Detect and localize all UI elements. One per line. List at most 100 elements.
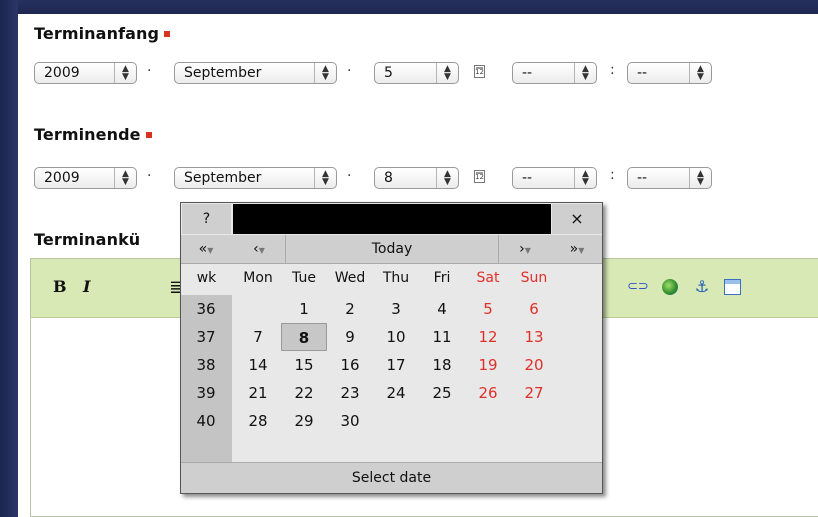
- select-arrows-icon: ▲ ▼: [314, 168, 336, 188]
- next-year-button[interactable]: »▼: [551, 235, 603, 263]
- start-label-text: Terminanfang: [34, 24, 160, 43]
- weekday-header-mon: Mon: [243, 270, 273, 286]
- start-month-value: September: [184, 65, 262, 81]
- select-arrows-icon: ▲ ▼: [574, 63, 596, 83]
- calendar-day[interactable]: 6: [511, 295, 557, 323]
- next-year-label: »: [569, 241, 579, 257]
- end-minute-value: --: [637, 170, 648, 186]
- calendar-day[interactable]: 2: [327, 295, 373, 323]
- required-marker: [145, 131, 152, 138]
- italic-button[interactable]: I: [83, 277, 90, 296]
- today-button[interactable]: Today: [285, 235, 499, 263]
- start-minute-select[interactable]: -- ▲ ▼: [627, 62, 712, 84]
- select-arrows-icon: ▲ ▼: [436, 168, 458, 188]
- separator-dot: ·: [147, 63, 152, 79]
- calendar-icon-text: 12: [475, 68, 484, 76]
- calendar-day[interactable]: 12: [465, 323, 511, 351]
- select-arrows-icon: ▲ ▼: [436, 63, 458, 83]
- selected-day[interactable]: 8: [281, 323, 327, 351]
- week-number: 37: [196, 328, 216, 346]
- calendar-day[interactable]: 4: [419, 295, 465, 323]
- separator-dot: ·: [147, 168, 152, 184]
- end-minute-select[interactable]: -- ▲ ▼: [627, 167, 712, 189]
- weekday-header-row: wk Mon Tue Wed Thu Fri Sat Sun: [181, 264, 602, 292]
- calendar-day[interactable]: 18: [419, 351, 465, 379]
- end-year-select[interactable]: 2009 ▲ ▼: [34, 167, 137, 189]
- prev-year-button[interactable]: «▼: [181, 235, 231, 263]
- end-month-select[interactable]: September ▲ ▼: [174, 167, 337, 189]
- start-month-select[interactable]: September ▲ ▼: [174, 62, 337, 84]
- required-marker: [164, 30, 171, 37]
- start-day-select[interactable]: 5 ▲ ▼: [374, 62, 459, 84]
- calendar-day[interactable]: 28: [235, 407, 281, 435]
- next-month-button[interactable]: ›▼: [499, 235, 551, 263]
- select-arrows-icon: ▲ ▼: [114, 168, 136, 188]
- start-hour-select[interactable]: -- ▲ ▼: [512, 62, 597, 84]
- end-day-value: 8: [384, 170, 393, 186]
- calendar-day[interactable]: 10: [373, 323, 419, 351]
- help-button[interactable]: ?: [182, 204, 231, 234]
- window-left-frame: [0, 0, 18, 517]
- globe-icon[interactable]: [662, 279, 678, 295]
- calendar-day[interactable]: 30: [327, 407, 373, 435]
- start-minute-value: --: [637, 65, 648, 81]
- date-picker-popup: ? × «▼ ‹▼ Today ›▼ »▼ wk Mon Tue Wed Thu…: [180, 202, 603, 494]
- calendar-footer: Select date: [181, 462, 602, 493]
- link-icon[interactable]: ⊂⊃: [627, 279, 649, 295]
- calendar-title-bar[interactable]: [233, 204, 551, 234]
- calendar-day[interactable]: 24: [373, 379, 419, 407]
- calendar-day[interactable]: 27: [511, 379, 557, 407]
- bold-button[interactable]: B: [53, 277, 67, 296]
- anchor-icon[interactable]: ⚓: [694, 279, 710, 295]
- calendar-icon-text: 12: [475, 173, 484, 181]
- calendar-day[interactable]: 9: [327, 323, 373, 351]
- end-hour-select[interactable]: -- ▲ ▼: [512, 167, 597, 189]
- table-icon[interactable]: [724, 279, 741, 295]
- calendar-day[interactable]: 11: [419, 323, 465, 351]
- week-number: 38: [196, 356, 216, 374]
- start-hour-value: --: [522, 65, 533, 81]
- calendar-day[interactable]: 25: [419, 379, 465, 407]
- announcement-label: Terminankü: [34, 230, 140, 249]
- calendar-day[interactable]: 7: [235, 323, 281, 351]
- select-arrows-icon: ▲ ▼: [314, 63, 336, 83]
- start-label: Terminanfang: [34, 24, 171, 43]
- end-day-select[interactable]: 8 ▲ ▼: [374, 167, 459, 189]
- weekday-header-fri: Fri: [433, 270, 451, 286]
- calendar-day[interactable]: 19: [465, 351, 511, 379]
- window-top-frame: [0, 0, 818, 14]
- calendar-nav-row: «▼ ‹▼ Today ›▼ »▼: [181, 235, 602, 264]
- calendar-day[interactable]: 14: [235, 351, 281, 379]
- calendar-day[interactable]: 29: [281, 407, 327, 435]
- calendar-day[interactable]: 1: [281, 295, 327, 323]
- calendar-day[interactable]: 21: [235, 379, 281, 407]
- calendar-day[interactable]: 17: [373, 351, 419, 379]
- separator-dot: ·: [347, 168, 352, 184]
- dropdown-marker: ▼: [578, 246, 585, 255]
- announcement-label-text: Terminankü: [34, 230, 141, 249]
- calendar-day[interactable]: 15: [281, 351, 327, 379]
- calendar-day[interactable]: 26: [465, 379, 511, 407]
- calendar-icon[interactable]: 12: [474, 170, 485, 183]
- end-label: Terminende: [34, 125, 152, 144]
- calendar-icon[interactable]: 12: [474, 65, 485, 78]
- weekday-header-thu: Thu: [382, 270, 410, 286]
- close-button[interactable]: ×: [552, 204, 602, 234]
- dropdown-marker: ▼: [207, 246, 214, 255]
- end-label-text: Terminende: [34, 125, 141, 144]
- separator-colon: :: [610, 62, 615, 78]
- week-number: 36: [196, 300, 216, 318]
- start-year-select[interactable]: 2009 ▲ ▼: [34, 62, 137, 84]
- prev-month-button[interactable]: ‹▼: [233, 235, 285, 263]
- calendar-day[interactable]: 13: [511, 323, 557, 351]
- calendar-day[interactable]: 23: [327, 379, 373, 407]
- dropdown-marker: ▼: [258, 246, 265, 255]
- week-number: 39: [196, 384, 216, 402]
- calendar-day[interactable]: 16: [327, 351, 373, 379]
- calendar-day[interactable]: 5: [465, 295, 511, 323]
- calendar-day[interactable]: 20: [511, 351, 557, 379]
- separator-colon: :: [610, 167, 615, 183]
- calendar-day[interactable]: 3: [373, 295, 419, 323]
- weekday-header-wed: Wed: [334, 270, 366, 286]
- calendar-day[interactable]: 22: [281, 379, 327, 407]
